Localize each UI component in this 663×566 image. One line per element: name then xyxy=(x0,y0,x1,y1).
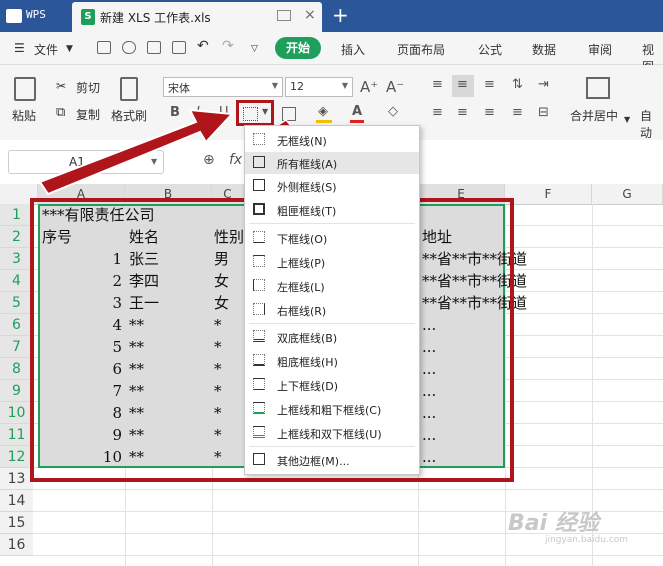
menu-item-label: 右框线(R) xyxy=(277,305,327,318)
more-borders-icon xyxy=(253,453,265,465)
menu-item-label: 外侧框线(S) xyxy=(277,181,337,194)
menu-item-label: 粗底框线(H) xyxy=(277,356,338,369)
bottom-border-icon xyxy=(253,231,265,243)
menu-item-label: 无框线(N) xyxy=(277,135,327,148)
baidu-watermark-url: jingyan.baidu.com xyxy=(545,535,629,545)
menu-item-label: 上框线和双下框线(U) xyxy=(277,428,382,441)
top-bottom-border-icon xyxy=(253,378,265,390)
menu-item-label: 其他边框(M)... xyxy=(277,455,350,468)
menu-separator xyxy=(249,323,415,324)
menu-item-top-double-bottom-border[interactable]: 上框线和双下框线(U) xyxy=(245,422,419,444)
menu-item-label: 上下框线(D) xyxy=(277,380,339,393)
menu-separator xyxy=(249,446,415,447)
top-thick-bottom-border-icon xyxy=(253,402,265,414)
menu-item-thick-bottom-border[interactable]: 粗底框线(H) xyxy=(245,350,419,372)
thick-bottom-border-icon xyxy=(253,354,265,366)
menu-item-more-borders[interactable]: 其他边框(M)... xyxy=(245,449,419,471)
menu-item-right-border[interactable]: 右框线(R) xyxy=(245,299,419,321)
menu-item-left-border[interactable]: 左框线(L) xyxy=(245,275,419,297)
menu-item-label: 下框线(O) xyxy=(277,233,328,246)
double-bottom-border-icon xyxy=(253,330,265,342)
baidu-watermark: Bai 经验 xyxy=(508,511,599,536)
menu-item-label: 上框线和粗下框线(C) xyxy=(277,404,382,417)
menu-item-top-bottom-border[interactable]: 上下框线(D) xyxy=(245,374,419,396)
menu-item-label: 粗匣框线(T) xyxy=(277,205,337,218)
menu-item-top-border[interactable]: 上框线(P) xyxy=(245,251,419,273)
outside-borders-icon xyxy=(253,179,265,191)
annotation-arrow-large xyxy=(38,108,235,196)
menu-item-bottom-border[interactable]: 下框线(O) xyxy=(245,227,419,249)
top-double-bottom-border-icon xyxy=(253,426,265,438)
annotation-border-button-highlight xyxy=(236,100,274,126)
menu-item-label: 双底框线(B) xyxy=(277,332,338,345)
menu-item-label: 上框线(P) xyxy=(277,257,326,270)
right-border-icon xyxy=(253,303,265,315)
menu-item-outside-borders[interactable]: 外侧框线(S) xyxy=(245,175,419,197)
menu-separator xyxy=(249,223,415,224)
menu-item-no-border[interactable]: 无框线(N) xyxy=(245,129,419,151)
menu-item-label: 所有框线(A) xyxy=(277,158,338,171)
top-border-icon xyxy=(253,255,265,267)
all-borders-icon xyxy=(253,156,265,168)
menu-item-top-thick-bottom-border[interactable]: 上框线和粗下框线(C) xyxy=(245,398,419,420)
borders-dropdown-menu: 无框线(N) 所有框线(A) 外侧框线(S) 粗匣框线(T) 下框线(O) 上框… xyxy=(244,125,420,475)
menu-item-double-bottom-border[interactable]: 双底框线(B) xyxy=(245,326,419,348)
menu-item-all-borders[interactable]: 所有框线(A) xyxy=(245,152,419,174)
left-border-icon xyxy=(253,279,265,291)
thick-box-border-icon xyxy=(253,203,265,215)
no-border-icon xyxy=(253,133,265,145)
menu-item-label: 左框线(L) xyxy=(277,281,325,294)
menu-item-thick-box-border[interactable]: 粗匣框线(T) xyxy=(245,199,419,221)
